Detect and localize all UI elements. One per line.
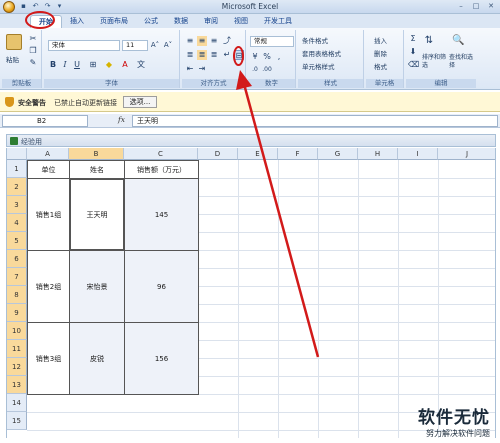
annotation-arrow-head [236, 70, 252, 90]
annotation-arrow-shaft [242, 83, 320, 358]
annotation-arrow [236, 70, 320, 358]
watermark-tagline: 努力解决软件问题 [426, 429, 490, 438]
watermark: 软件无忧 努力解决软件问题 [418, 403, 490, 439]
watermark-brand: 软件无忧 [418, 408, 490, 428]
